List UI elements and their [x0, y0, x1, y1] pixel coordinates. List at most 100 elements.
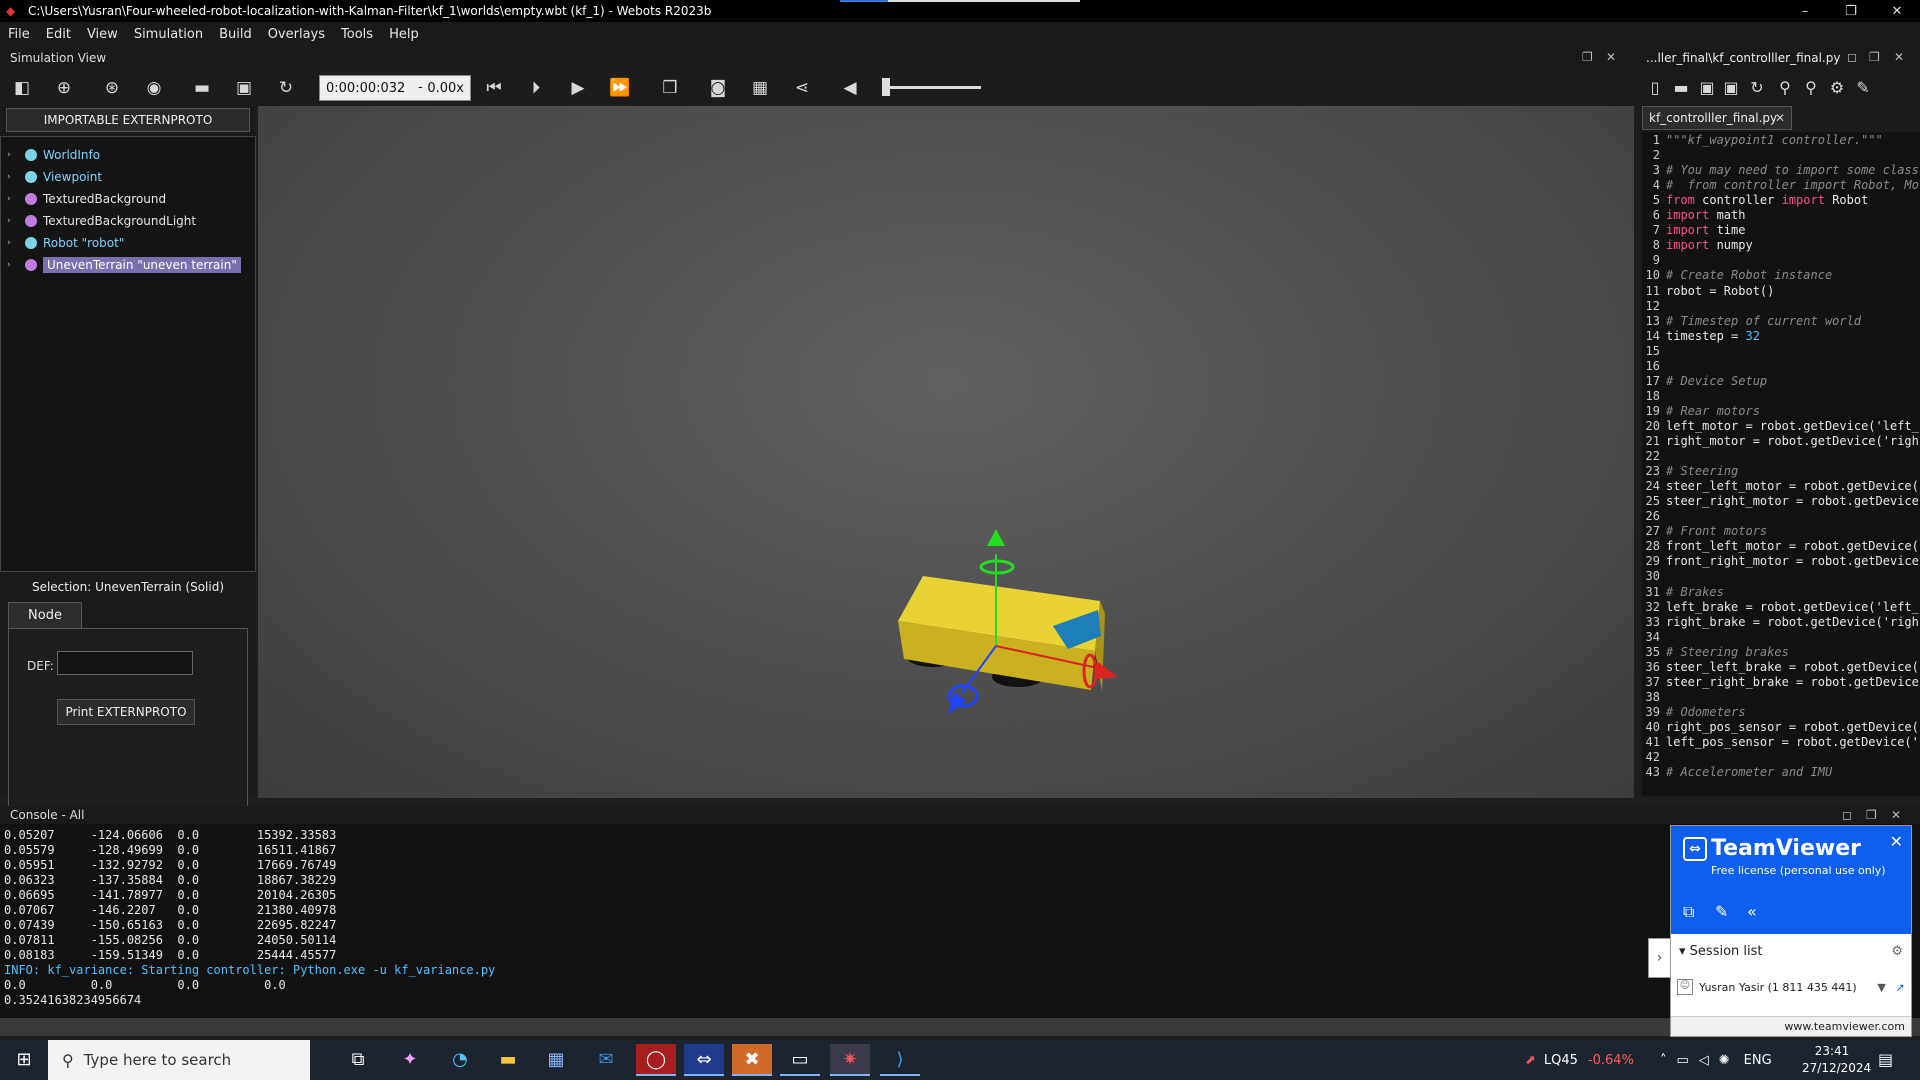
code-line[interactable]: 43 # Accelerometer and IMU — [1642, 765, 1833, 780]
console-float-icon[interactable]: ❐ — [1866, 808, 1877, 822]
code-line[interactable]: 28 front_left_motor = robot.getDevice( — [1642, 539, 1919, 554]
chevron-right-icon[interactable]: › — [7, 150, 19, 160]
clean-icon[interactable]: ✎ — [1852, 76, 1874, 100]
save-as-icon[interactable]: ▣ — [1720, 76, 1742, 100]
chevron-down-icon[interactable]: ▼ — [1877, 981, 1885, 994]
code-line[interactable]: 4 # from controller import Robot, Mo — [1642, 178, 1919, 193]
code-line[interactable]: 41 left_pos_sensor = robot.getDevice(' — [1642, 735, 1919, 750]
code-line[interactable]: 14 timestep = 32 — [1642, 329, 1760, 344]
code-line[interactable]: 27 # Front motors — [1642, 524, 1768, 539]
edge-icon[interactable]: ◔ — [440, 1044, 480, 1076]
console-close-icon[interactable]: ✕ — [1891, 808, 1901, 822]
code-line[interactable]: 29 front_right_motor = robot.getDevice — [1642, 554, 1919, 569]
volume-slider-handle[interactable] — [881, 78, 890, 96]
vscode-icon[interactable]: ⟩ — [880, 1044, 920, 1076]
replace-icon[interactable]: ⚲ — [1800, 76, 1822, 100]
file-explorer-icon[interactable]: ▬ — [488, 1044, 528, 1076]
store-icon[interactable]: ▦ — [536, 1044, 576, 1076]
terminal-icon[interactable]: ▭ — [780, 1044, 820, 1076]
robot-model[interactable] — [898, 576, 1105, 691]
code-line[interactable]: 31 # Brakes — [1642, 585, 1724, 600]
code-line[interactable]: 22 — [1642, 449, 1666, 464]
copilot-icon[interactable]: ✦ — [390, 1044, 430, 1076]
tab-node[interactable]: Node — [8, 602, 82, 628]
teamviewer-url[interactable]: www.teamviewer.com — [1671, 1016, 1911, 1036]
menu-tools[interactable]: Tools — [333, 27, 381, 42]
tree-item-uneven-terrain[interactable]: › UnevenTerrain "uneven terrain" — [7, 255, 241, 275]
code-line[interactable]: 13 # Timestep of current world — [1642, 314, 1862, 329]
revert-icon[interactable]: ↻ — [1746, 76, 1768, 100]
tree-item-worldinfo[interactable]: › WorldInfo — [7, 145, 100, 165]
code-area[interactable]: 1 """kf_waypoint1 controller.""" 2 3 # You m… — [1642, 132, 1920, 796]
stock-name[interactable]: LQ45 — [1544, 1053, 1578, 1068]
code-line[interactable]: 37 steer_right_brake = robot.getDevice — [1642, 675, 1919, 690]
screenshot-icon[interactable]: ◙ — [706, 76, 730, 100]
teamviewer-taskbar-icon[interactable]: ⇔ — [684, 1044, 724, 1076]
record-movie-icon[interactable]: ▦ — [748, 76, 772, 100]
close-button[interactable]: ✕ — [1874, 4, 1920, 19]
webots-taskbar-icon[interactable]: ✷ — [830, 1044, 870, 1076]
reset-viewpoint-icon[interactable]: ⊛ — [100, 76, 124, 100]
notification-icon[interactable]: ▤ — [1878, 1050, 1893, 1069]
console-restore-icon[interactable]: ◻ — [1842, 808, 1852, 822]
collapse-icon[interactable]: « — [1747, 902, 1757, 921]
teamviewer-close-icon[interactable]: ✕ — [1890, 832, 1903, 851]
code-line[interactable]: 1 """kf_waypoint1 controller.""" — [1642, 133, 1883, 148]
code-line[interactable]: 32 left_brake = robot.getDevice('left_ — [1642, 600, 1919, 615]
code-line[interactable]: 23 # Steering — [1642, 464, 1739, 479]
code-line[interactable]: 9 — [1642, 253, 1666, 268]
volume-icon[interactable]: ◁ — [1699, 1053, 1709, 1068]
code-line[interactable]: 26 — [1642, 509, 1666, 524]
mute-icon[interactable]: ◀ — [838, 76, 862, 100]
code-line[interactable]: 11 robot = Robot() — [1642, 284, 1775, 299]
code-line[interactable]: 36 steer_left_brake = robot.getDevice( — [1642, 660, 1919, 675]
code-line[interactable]: 3 # You may need to import some class — [1642, 163, 1919, 178]
code-line[interactable]: 20 left_motor = robot.getDevice('left_ — [1642, 419, 1919, 434]
open-world-icon[interactable]: ▬ — [190, 76, 214, 100]
connect-icon[interactable]: ➚ — [1896, 981, 1905, 994]
code-line[interactable]: 38 — [1642, 690, 1666, 705]
save-file-icon[interactable]: ▣ — [1696, 76, 1718, 100]
toggle-scene-tree-icon[interactable]: ◧ — [10, 76, 34, 100]
code-line[interactable]: 17 # Device Setup — [1642, 374, 1768, 389]
outlook-icon[interactable]: ✉ — [586, 1044, 626, 1076]
taskbar-search[interactable]: ⚲ Type here to search — [48, 1040, 310, 1080]
code-line[interactable]: 42 — [1642, 750, 1666, 765]
code-line[interactable]: 21 right_motor = robot.getDevice('righ — [1642, 434, 1919, 449]
reset-simulation-icon[interactable]: ⏮ — [482, 76, 506, 100]
code-line[interactable]: 15 — [1642, 344, 1666, 359]
tools-icon[interactable]: ✎ — [1715, 902, 1728, 921]
find-icon[interactable]: ⚲ — [1774, 76, 1796, 100]
menu-file[interactable]: File — [0, 27, 38, 42]
code-line[interactable]: 6 import math — [1642, 208, 1746, 223]
language-indicator[interactable]: ENG — [1744, 1053, 1772, 1068]
save-world-icon[interactable]: ▣ — [232, 76, 256, 100]
add-node-icon[interactable]: ⊕ — [52, 76, 76, 100]
code-line[interactable]: 8 import numpy — [1642, 238, 1753, 253]
minimize-button[interactable]: – — [1782, 4, 1828, 19]
build-icon[interactable]: ⚙ — [1826, 76, 1848, 100]
tab-close-icon[interactable]: ✕ — [1775, 107, 1785, 129]
code-line[interactable]: 16 — [1642, 359, 1666, 374]
windows-start-icon[interactable]: ⊞ — [0, 1040, 48, 1080]
gear-icon[interactable]: ⚙ — [1891, 944, 1903, 959]
code-line[interactable]: 24 steer_left_motor = robot.getDevice( — [1642, 479, 1919, 494]
chevron-right-icon[interactable]: › — [7, 194, 19, 204]
code-line[interactable]: 10 # Create Robot instance — [1642, 268, 1833, 283]
code-line[interactable]: 5 from controller import Robot — [1642, 193, 1869, 208]
code-line[interactable]: 33 right_brake = robot.getDevice('righ — [1642, 615, 1919, 630]
tab-kf-controller[interactable]: kf_controlller_final.py ✕ — [1642, 106, 1792, 130]
print-externproto-button[interactable]: Print EXTERNPROTO — [57, 699, 195, 725]
play-icon[interactable]: ▶ — [566, 76, 590, 100]
chevron-right-icon[interactable]: › — [7, 216, 19, 226]
brightness-icon[interactable]: ✺ — [1719, 1053, 1730, 1068]
code-line[interactable]: 25 steer_right_motor = robot.getDevice — [1642, 494, 1919, 509]
editor-restore-icon[interactable]: ◻ — [1847, 50, 1857, 64]
code-line[interactable]: 30 — [1642, 569, 1666, 584]
task-view-icon[interactable]: ⧉ — [338, 1044, 378, 1076]
stock-chart-icon[interactable]: ⬈ — [1525, 1053, 1536, 1068]
chevron-right-icon[interactable]: › — [7, 238, 19, 248]
step-icon[interactable]: ⏵ — [524, 76, 548, 100]
code-line[interactable]: 7 import time — [1642, 223, 1746, 238]
3d-viewport[interactable] — [258, 106, 1634, 798]
